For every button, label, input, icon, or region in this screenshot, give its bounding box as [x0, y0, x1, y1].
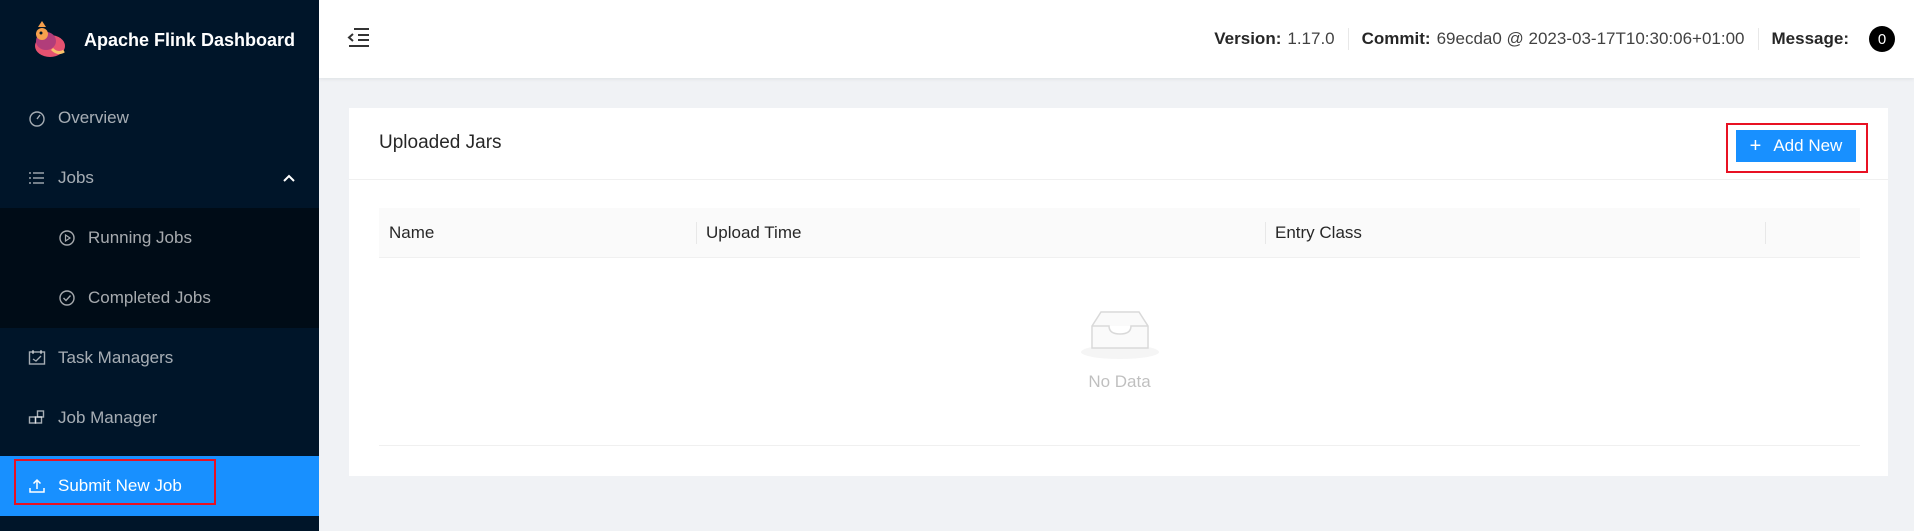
sidebar-item-label: Running Jobs — [88, 228, 192, 247]
flink-logo-icon — [28, 19, 70, 61]
column-header-name[interactable]: Name — [379, 208, 696, 258]
version-info: Version: 1.17.0 — [1201, 28, 1347, 50]
list-icon — [28, 169, 46, 187]
schedule-icon — [28, 349, 46, 367]
jobs-submenu: Running Jobs Completed Jobs — [0, 208, 319, 328]
sidebar-item-label: Submit New Job — [58, 476, 182, 495]
sidebar-item-label: Overview — [58, 108, 129, 127]
sidebar-item-task-managers[interactable]: Task Managers — [0, 328, 319, 388]
column-header-upload-time[interactable]: Upload Time — [696, 208, 1265, 258]
build-icon — [28, 409, 46, 427]
top-header: Version: 1.17.0 Commit: 69ecda0 @ 2023-0… — [319, 0, 1914, 78]
dashboard-icon — [28, 109, 46, 127]
chevron-up-icon[interactable] — [281, 170, 297, 186]
sidebar-item-label: Jobs — [58, 168, 94, 187]
sidebar-item-overview[interactable]: Overview — [0, 88, 319, 148]
check-circle-icon — [58, 289, 76, 307]
empty-inbox-icon — [1081, 311, 1159, 359]
sidebar-item-completed-jobs[interactable]: Completed Jobs — [0, 268, 319, 328]
column-header-actions — [1765, 208, 1860, 258]
plus-icon: + — [1749, 135, 1762, 157]
uploaded-jars-card: Uploaded Jars + Add New Name Upload Time… — [349, 108, 1888, 476]
jars-table: Name Upload Time Entry Class No Data — [379, 208, 1860, 446]
empty-text: No Data — [1088, 372, 1151, 391]
app-root: Apache Flink Dashboard Overview Jobs Run… — [0, 0, 1914, 531]
table-empty-state: No Data — [379, 258, 1860, 446]
message-label: Message: — [1771, 29, 1849, 48]
header-meta: Version: 1.17.0 Commit: 69ecda0 @ 2023-0… — [1201, 0, 1908, 78]
sidebar-menu: Overview Jobs Running Jobs Completed Job… — [0, 88, 319, 516]
commit-label: Commit: — [1361, 29, 1431, 48]
card-header: Uploaded Jars + Add New — [349, 108, 1888, 180]
sidebar-item-jobs[interactable]: Jobs — [0, 148, 319, 208]
upload-icon — [28, 477, 46, 495]
app-title: Apache Flink Dashboard — [84, 29, 296, 50]
add-new-button[interactable]: + Add New — [1736, 130, 1856, 162]
sidebar-item-submit-new-job[interactable]: Submit New Job — [0, 456, 319, 516]
commit-value: 69ecda0 @ 2023-03-17T10:30:06+01:00 — [1436, 29, 1745, 48]
version-label: Version: — [1214, 29, 1282, 48]
version-value: 1.17.0 — [1287, 29, 1335, 48]
sidebar-item-running-jobs[interactable]: Running Jobs — [0, 208, 319, 268]
sidebar-item-label: Completed Jobs — [88, 288, 211, 307]
add-new-label: Add New — [1773, 136, 1843, 155]
brand[interactable]: Apache Flink Dashboard — [0, 0, 319, 80]
card-title: Uploaded Jars — [379, 132, 502, 153]
menu-fold-icon[interactable] — [347, 26, 371, 48]
sidebar: Apache Flink Dashboard Overview Jobs Run… — [0, 0, 319, 531]
sidebar-item-label: Task Managers — [58, 348, 174, 367]
sidebar-item-label: Job Manager — [58, 408, 158, 427]
sidebar-item-job-manager[interactable]: Job Manager — [0, 388, 319, 448]
message-count-badge[interactable]: 0 — [1869, 26, 1895, 52]
table-header: Name Upload Time Entry Class — [379, 208, 1860, 258]
column-header-entry-class[interactable]: Entry Class — [1265, 208, 1765, 258]
message-info[interactable]: Message: 0 — [1757, 26, 1908, 52]
play-circle-icon — [58, 229, 76, 247]
commit-info: Commit: 69ecda0 @ 2023-03-17T10:30:06+01… — [1347, 28, 1758, 50]
